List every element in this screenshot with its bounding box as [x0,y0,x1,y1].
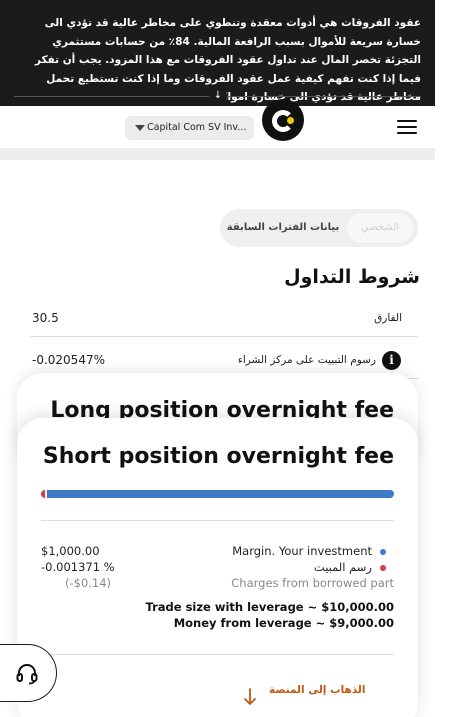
legend-borrowed: Charges from borrowed part [231,576,394,590]
legend-margin: Margin. Your investment [232,544,386,558]
card-divider-top [41,520,394,521]
legend-fee: رسم المبيت [314,560,386,574]
go-to-platform-link[interactable]: الذهاب إلى المنصة [269,684,365,696]
tab-current[interactable]: الشخصي [347,213,413,243]
fee-bar-segment [41,490,45,498]
logo-dot [287,117,294,124]
caret-down-icon [135,125,145,131]
margin-amount: $1,000.00 [41,544,100,558]
spread-value: 30.5 [32,311,59,325]
spread-row: 30.5 الفارق [30,301,418,337]
support-button[interactable] [0,644,57,702]
legend-margin-label: Margin. Your investment [232,544,372,558]
entity-selector-label: Capital Com SV Inv... [147,122,247,133]
margin-bar-segment [47,490,394,498]
short-fee-card: Short position overnight fee Margin. You… [17,418,418,717]
capital-com-logo[interactable] [262,99,304,141]
short-fee-card-title: Short position overnight fee [42,444,394,469]
risk-warning-banner: عقود الفروقات هي أدوات معقدة وتنطوي على … [0,0,435,106]
margin-swatch [380,548,386,555]
trade-size-with-leverage: Trade size with leverage ~ $10,000.00 [145,600,394,614]
trading-conditions-title: شروط التداول [284,266,420,288]
card-divider-bottom [41,654,394,655]
tab-previous-periods[interactable]: بيانات الفترات السابقة [220,209,346,247]
long-overnight-fee-value: -0.020547% [32,353,105,367]
double-chevron-down-icon[interactable]: ↓ [209,87,227,105]
fee-swatch [380,564,386,571]
fee-value: (-$0.14) [65,576,112,590]
legend-fee-label: رسم المبيت [313,560,372,574]
hamburger-menu-icon[interactable] [397,120,417,134]
headset-icon [16,664,38,685]
spread-label: الفارق [374,312,402,324]
fee-percent: -0.001371 % [41,560,115,574]
money-from-leverage: Money from leverage ~ $9,000.00 [173,616,394,630]
entity-selector[interactable]: Capital Com SV Inv... [125,116,254,140]
long-overnight-fee-label: رسوم التبييت على مركز الشراء [237,354,376,366]
arrow-down-icon [244,688,256,705]
fee-breakdown-bar [41,490,394,498]
info-icon[interactable]: i [382,351,401,370]
header-separator [0,148,435,160]
period-tabs: بيانات الفترات السابقة الشخصي [220,209,418,247]
legend-borrowed-label: Charges from borrowed part [231,576,394,590]
